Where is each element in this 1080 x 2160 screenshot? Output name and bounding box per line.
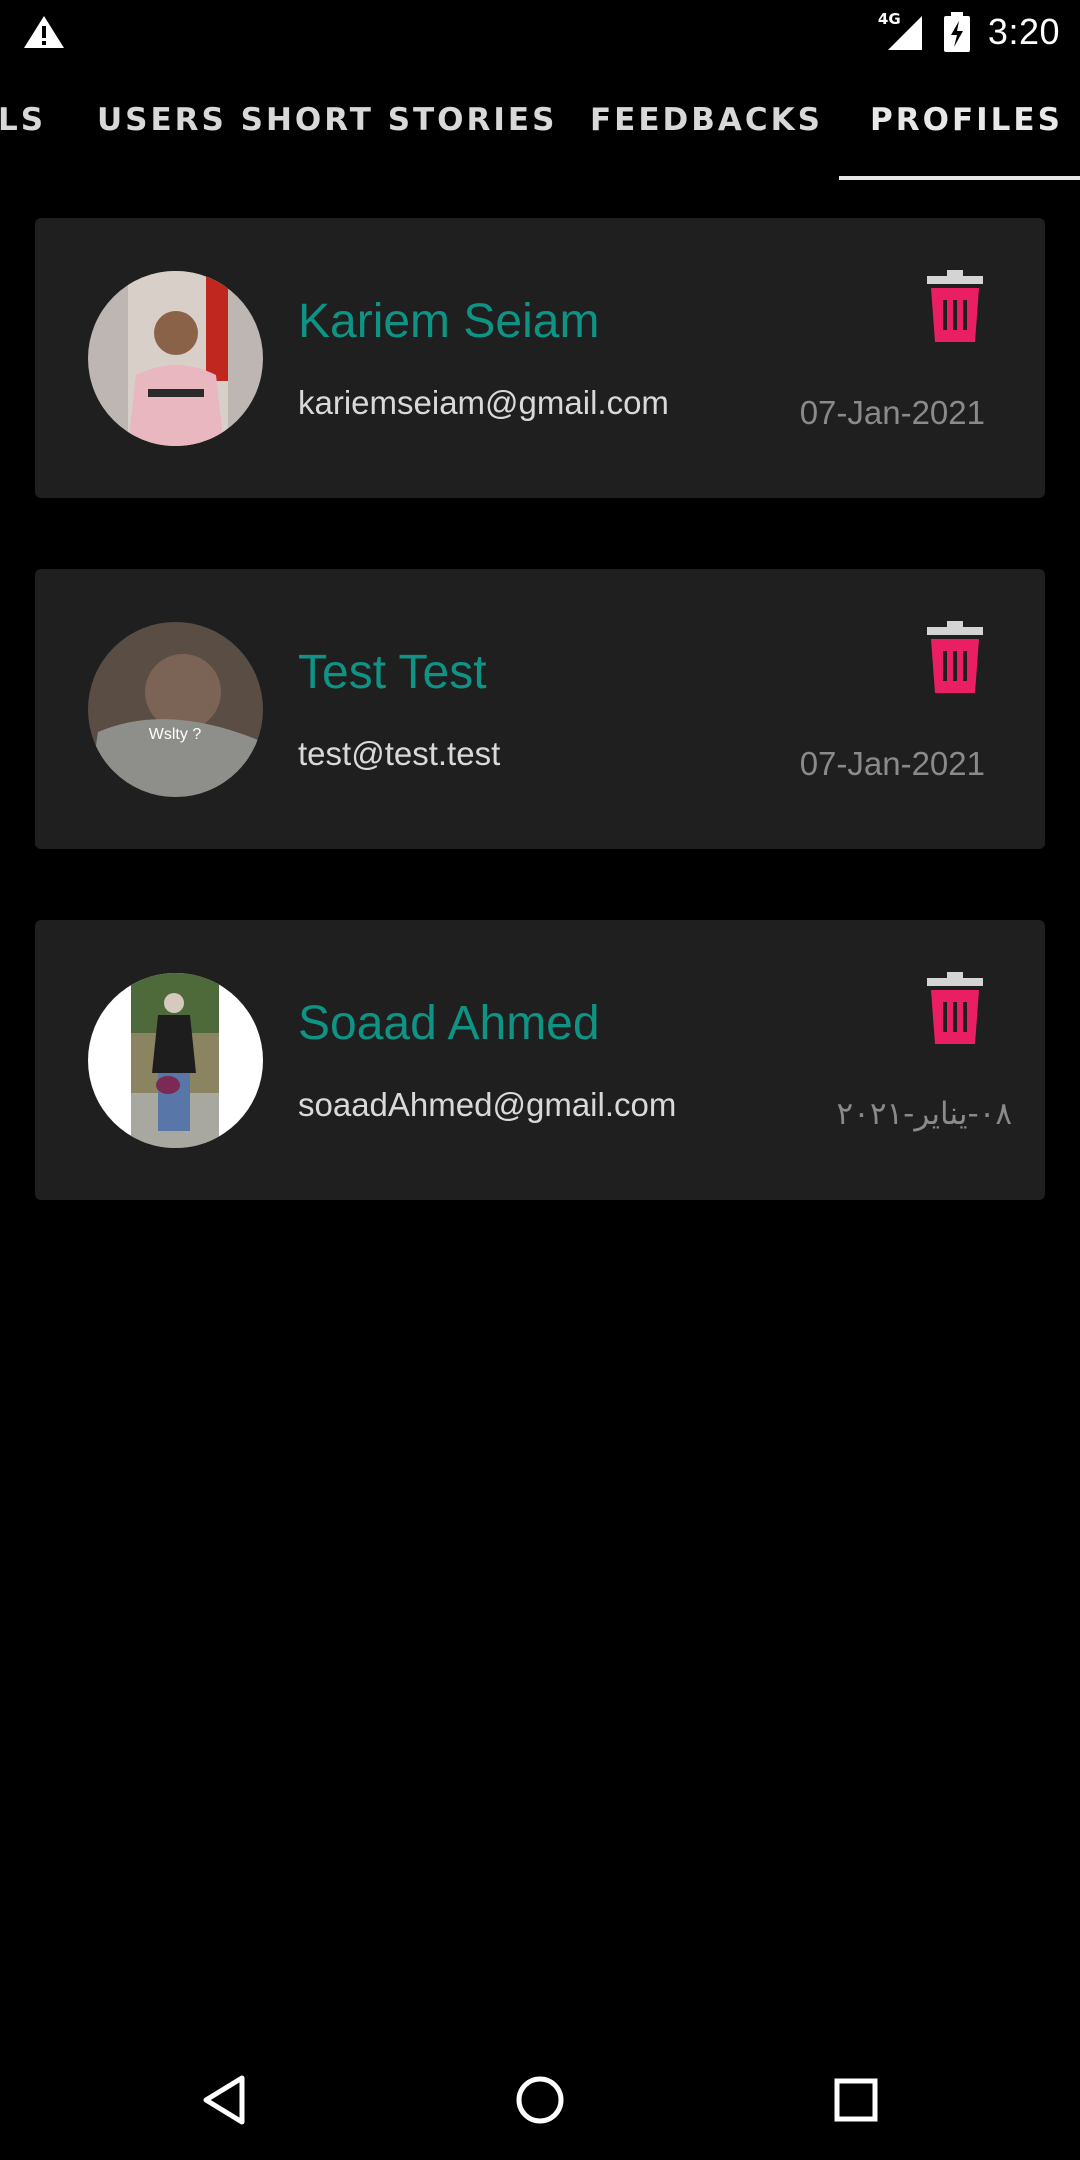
status-icons: 4G 3:20 xyxy=(878,8,1060,56)
recents-button[interactable] xyxy=(826,2070,886,2130)
profile-name: Kariem Seiam xyxy=(298,295,600,348)
tab-profiles[interactable]: PROFILES xyxy=(870,102,1063,138)
profile-date: ٠٨-يناير-٢٠٢١ xyxy=(836,1096,1012,1132)
trash-icon xyxy=(927,621,983,693)
profile-card[interactable]: Kariem Seiam kariemseiam@gmail.com 07-Ja… xyxy=(35,218,1045,498)
network-type: 4G xyxy=(877,10,901,28)
delete-button[interactable] xyxy=(925,621,985,693)
alert-icon xyxy=(22,14,66,50)
delete-button[interactable] xyxy=(925,270,985,342)
home-icon xyxy=(516,2076,564,2124)
back-icon xyxy=(203,2075,245,2125)
profile-date: 07-Jan-2021 xyxy=(799,394,985,431)
profile-name: Soaad Ahmed xyxy=(298,997,600,1050)
avatar-caption: Wslty ? xyxy=(149,726,202,743)
avatar xyxy=(88,271,263,446)
active-tab-indicator xyxy=(839,176,1080,180)
tab-feedbacks[interactable]: FEEDBACKS xyxy=(590,102,823,138)
clock: 3:20 xyxy=(987,11,1060,52)
tab-users-short-stories[interactable]: USERS SHORT STORIES xyxy=(97,102,557,138)
profile-card[interactable]: Wslty ? Test Test test@test.test 07-Jan-… xyxy=(35,569,1045,849)
trash-icon xyxy=(927,270,983,342)
profile-name: Test Test xyxy=(298,646,487,699)
tab-bar: LS USERS SHORT STORIES FEEDBACKS PROFILE… xyxy=(0,64,1080,180)
tab-partial[interactable]: LS xyxy=(0,102,46,138)
status-bar: 4G 3:20 xyxy=(0,0,1080,64)
trash-icon xyxy=(927,972,983,1044)
profile-card[interactable]: Soaad Ahmed soaadAhmed@gmail.com ٠٨-يناي… xyxy=(35,920,1045,1200)
battery-charging-icon xyxy=(942,12,972,52)
profile-email: soaadAhmed@gmail.com xyxy=(298,1086,677,1123)
avatar: Wslty ? xyxy=(88,622,263,797)
recents-icon xyxy=(834,2078,878,2122)
home-button[interactable] xyxy=(510,2070,570,2130)
profile-date: 07-Jan-2021 xyxy=(799,745,985,782)
profile-email: kariemseiam@gmail.com xyxy=(298,384,669,421)
delete-button[interactable] xyxy=(925,972,985,1044)
back-button[interactable] xyxy=(196,2070,256,2130)
navigation-bar xyxy=(0,2040,1080,2160)
profile-email: test@test.test xyxy=(298,735,501,772)
signal-icon: 4G xyxy=(878,10,924,52)
avatar xyxy=(88,973,263,1148)
